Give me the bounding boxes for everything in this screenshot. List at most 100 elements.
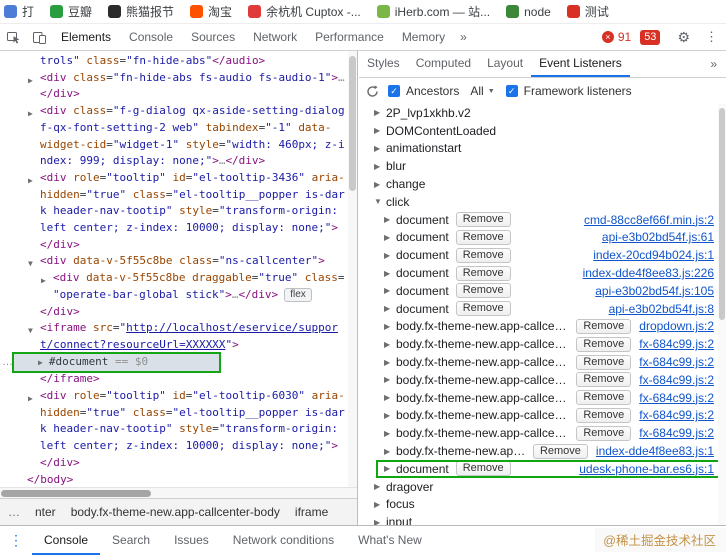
twisty-icon[interactable]: ▶ xyxy=(374,162,386,171)
source-link[interactable]: index-20cd94b024.js:1 xyxy=(585,248,714,262)
source-link[interactable]: dropdown.js:2 xyxy=(631,319,714,333)
twisty-icon[interactable]: ▶ xyxy=(374,144,386,153)
listener-row[interactable]: ▶ document Remove api-e3b02bd54f.js:61 xyxy=(359,229,726,247)
listener-row[interactable]: ▶body.fx-theme-new.app-callcenter-body Re… xyxy=(359,318,726,336)
scrollbar-thumb[interactable] xyxy=(719,108,725,320)
more-panels-icon[interactable]: » xyxy=(454,30,473,44)
listener-row[interactable]: ▶body.fx-theme-new.app-callcenter-body Re… xyxy=(359,353,726,371)
sidebar-vertical-scrollbar[interactable] xyxy=(718,104,726,525)
selected-node[interactable]: ▶ #document == $0 xyxy=(12,351,221,374)
listener-row[interactable]: ▶ document Remove api-e3b02bd54f.js:8 xyxy=(359,300,726,318)
bookmark-item-0[interactable]: 打 xyxy=(4,3,34,20)
twisty-icon[interactable]: ▶ xyxy=(384,447,396,456)
panel-tab-sources[interactable]: Sources xyxy=(182,24,244,50)
panel-tab-network[interactable]: Network xyxy=(244,24,306,50)
twisty-icon[interactable]: ▶ xyxy=(384,393,396,402)
twisty-icon[interactable]: ▶ xyxy=(384,464,396,473)
code-line[interactable]: hidden="true" class="el-tooltip__popper … xyxy=(0,187,357,204)
device-toolbar-icon[interactable] xyxy=(26,30,52,45)
panel-tab-console[interactable]: Console xyxy=(120,24,182,50)
bookmark-item-2[interactable]: 熊猫报节 xyxy=(108,3,174,20)
remove-listener-button[interactable]: Remove xyxy=(576,390,632,406)
issues-badge[interactable]: 53 xyxy=(640,29,661,45)
event-category-row[interactable]: ▶ change xyxy=(359,175,726,193)
drawer-tab-console[interactable]: Console xyxy=(32,526,100,555)
panel-tab-memory[interactable]: Memory xyxy=(393,24,454,50)
sidebar-tab-computed[interactable]: Computed xyxy=(408,51,479,77)
bookmark-item-1[interactable]: 豆瓣 xyxy=(50,3,92,20)
source-link[interactable]: fx-684c99.js:2 xyxy=(631,373,714,387)
listener-row[interactable]: ▶body.fx-theme-new.app-callcenter-body Re… xyxy=(359,442,726,460)
more-sidebar-tabs-icon[interactable]: » xyxy=(701,57,726,71)
bookmark-item-4[interactable]: 余杭机 Cuptox -... xyxy=(248,3,361,20)
twisty-icon[interactable]: ▶ xyxy=(374,108,386,117)
remove-listener-button[interactable]: Remove xyxy=(455,461,511,477)
console-errors-badge[interactable]: × 91 xyxy=(601,30,631,44)
code-line[interactable]: left center; z-index: 10000; display: no… xyxy=(0,438,357,455)
code-line[interactable]: widget-cid="widget-1" style="width: 460p… xyxy=(0,137,357,154)
event-category-row[interactable]: ▶ focus xyxy=(359,496,726,514)
drawer-tab-search[interactable]: Search xyxy=(100,526,162,555)
event-category-row[interactable]: ▶ blur xyxy=(359,157,726,175)
listener-row[interactable]: ▶body.fx-theme-new.app-callcenter-body Re… xyxy=(359,335,726,353)
listener-row[interactable]: ▶body.fx-theme-new.app-callcenter-body Re… xyxy=(359,371,726,389)
code-line[interactable]: hidden="true" class="el-tooltip__popper … xyxy=(0,405,357,422)
panel-tab-performance[interactable]: Performance xyxy=(306,24,393,50)
twisty-icon[interactable]: ▶ xyxy=(384,233,396,242)
code-line[interactable]: trols" class="fn-hide-abs"</audio> xyxy=(0,53,357,70)
inspect-element-icon[interactable] xyxy=(0,30,26,45)
code-line[interactable]: k header-nav-tootip" style="transform-or… xyxy=(0,203,357,220)
sidebar-tab-event-listeners[interactable]: Event Listeners xyxy=(531,51,630,77)
remove-listener-button[interactable]: Remove xyxy=(576,407,632,423)
code-line[interactable]: … ▶ #document == $0 xyxy=(0,351,357,374)
event-category-row[interactable]: ▼ click xyxy=(359,193,726,211)
code-line[interactable]: ▼ <iframe src="http://localhost/eservice/… xyxy=(0,320,357,337)
remove-listener-button[interactable]: Remove xyxy=(532,443,588,459)
event-filter-select[interactable]: All ▼ xyxy=(470,84,494,98)
event-category-row[interactable]: ▶ 2P_lvp1xkhb.v2 xyxy=(359,104,726,122)
drawer-tab-issues[interactable]: Issues xyxy=(162,526,221,555)
event-category-row[interactable]: ▶ dragover xyxy=(359,478,726,496)
twisty-icon[interactable]: ▶ xyxy=(38,358,43,367)
code-line[interactable]: "operate-bar-global stick">…</div> flex xyxy=(0,287,357,304)
code-line[interactable]: ▶ <div role="tooltip" id="el-tooltip-6030… xyxy=(0,388,357,405)
listener-row[interactable]: ▶ document Remove index-dde4f8ee83.js:226 xyxy=(359,264,726,282)
framework-listeners-checkbox[interactable]: ✓ xyxy=(505,85,518,97)
elements-horizontal-scrollbar[interactable] xyxy=(0,487,357,498)
bookmark-item-3[interactable]: 淘宝 xyxy=(190,3,232,20)
code-line[interactable]: </div> xyxy=(0,237,357,254)
remove-listener-button[interactable]: Remove xyxy=(576,354,632,370)
twisty-icon[interactable]: ▶ xyxy=(384,304,396,313)
source-link[interactable]: index-dde4f8ee83.js:226 xyxy=(575,266,714,280)
source-link[interactable]: fx-684c99.js:2 xyxy=(631,337,714,351)
remove-listener-button[interactable]: Remove xyxy=(455,301,511,317)
code-line[interactable]: </body> xyxy=(0,472,357,487)
menu-dots-icon[interactable]: ⋮ xyxy=(697,29,726,45)
code-line[interactable]: ▼ <div data-v-5f55c8be class="ns-callcent… xyxy=(0,253,357,270)
twisty-icon[interactable]: ▶ xyxy=(374,126,386,135)
remove-listener-button[interactable]: Remove xyxy=(576,372,632,388)
code-line[interactable]: left center; z-index: 10000; display: no… xyxy=(0,220,357,237)
drawer-tab-network-conditions[interactable]: Network conditions xyxy=(221,526,346,555)
bookmark-item-6[interactable]: node xyxy=(506,5,551,19)
remove-listener-button[interactable]: Remove xyxy=(576,425,632,441)
listener-row[interactable]: ▶body.fx-theme-new.app-callcenter-body Re… xyxy=(359,407,726,425)
twisty-icon[interactable]: ▶ xyxy=(384,429,396,438)
twisty-icon[interactable]: ▶ xyxy=(384,286,396,295)
twisty-icon[interactable]: ▶ xyxy=(384,375,396,384)
code-line[interactable]: </div> xyxy=(0,304,357,321)
line-options-icon[interactable]: … xyxy=(2,354,14,371)
source-link[interactable]: fx-684c99.js:2 xyxy=(631,391,714,405)
source-link[interactable]: fx-684c99.js:2 xyxy=(631,355,714,369)
twisty-icon[interactable]: ▶ xyxy=(384,411,396,420)
remove-listener-button[interactable]: Remove xyxy=(455,212,511,228)
sidebar-tab-styles[interactable]: Styles xyxy=(359,51,408,77)
listener-row[interactable]: ▶ document Remove api-e3b02bd54f.js:105 xyxy=(359,282,726,300)
twisty-icon[interactable]: ▼ xyxy=(374,197,386,206)
code-line[interactable]: ▶ <div data-v-5f55c8be draggable="true" c… xyxy=(0,270,357,287)
code-line[interactable]: ▶ <div role="tooltip" id="el-tooltip-3436… xyxy=(0,170,357,187)
bookmark-item-5[interactable]: iHerb.com — 站... xyxy=(376,3,490,20)
listener-row[interactable]: ▶ document Remove index-20cd94b024.js:1 xyxy=(359,246,726,264)
twisty-icon[interactable]: ▶ xyxy=(384,322,396,331)
breadcrumb-overflow[interactable]: … xyxy=(8,505,20,519)
